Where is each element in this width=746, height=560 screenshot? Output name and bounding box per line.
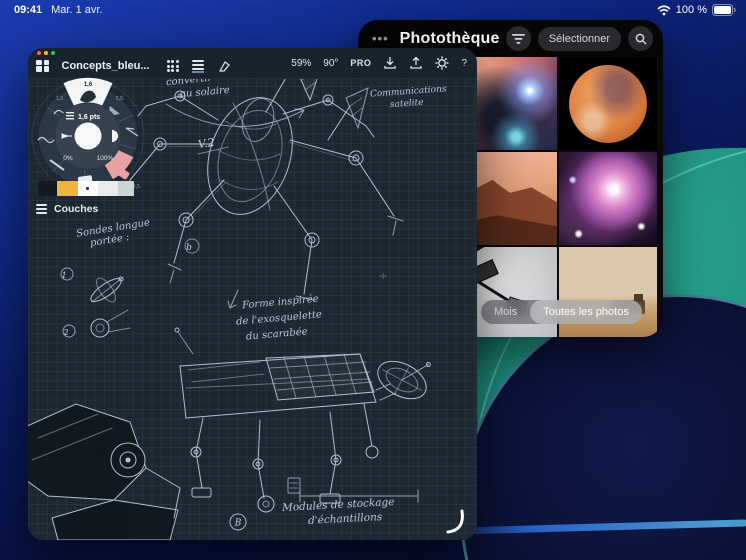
status-bar: 09:41 Mar. 1 avr. 100 % (0, 0, 746, 20)
filter-lines-icon (512, 34, 525, 44)
page-curl-indicator[interactable] (448, 511, 462, 532)
selected-swatch-dot (86, 187, 89, 190)
battery-icon (712, 4, 736, 16)
select-button[interactable]: Sélectionner (538, 27, 621, 51)
color-preview-circle[interactable] (75, 123, 102, 150)
concepts-app-window[interactable]: b 1 2 B convertir au solaire Communicati… (28, 48, 477, 540)
document-title[interactable]: Concepts_bleu... (62, 60, 150, 72)
swatch-white-selected[interactable] (78, 181, 98, 196)
pro-badge[interactable]: PRO (350, 58, 371, 68)
swatch-amber[interactable] (57, 181, 78, 196)
mars-disk (569, 65, 647, 143)
help-button[interactable]: ? (461, 58, 467, 69)
tool-wheel[interactable]: 1,6 1,3 5,5 14,5 6,8 1,6 pts (28, 76, 148, 196)
import-icon[interactable] (383, 56, 397, 70)
photos-view-segmented-control: Mois Toutes les photos (481, 300, 642, 324)
layers-button[interactable]: Couches (36, 203, 98, 215)
swatch-black[interactable] (38, 181, 57, 196)
battery-percent: 100 % (676, 4, 707, 16)
swatch-light-gray[interactable] (98, 181, 118, 196)
photos-title: Photothèque (400, 30, 500, 48)
concepts-titlebar[interactable]: Concepts_bleu... 59% 90° PRO (28, 48, 477, 79)
date: Mar. 1 avr. (51, 4, 102, 16)
layers-icon (36, 204, 47, 214)
zoom-level[interactable]: 59% (291, 58, 311, 69)
annotation-version: V.2 (197, 137, 215, 150)
settings-gear-icon[interactable] (435, 56, 449, 70)
probe-number-1: 1 (61, 271, 66, 280)
clock: 09:41 (14, 4, 42, 16)
tools-menu-icon[interactable] (192, 60, 204, 73)
more-menu-button[interactable]: ••• (372, 31, 389, 46)
size-label-1: 1,3 (56, 96, 63, 102)
ipad-screen: 09:41 Mar. 1 avr. 100 % (0, 0, 746, 560)
stroke-width-label: 1,6 pts (78, 114, 100, 121)
layers-label: Couches (54, 203, 98, 215)
search-icon (635, 33, 647, 45)
search-button[interactable] (628, 26, 653, 51)
filter-button[interactable] (506, 26, 531, 51)
opacity-min-label: 0% (63, 155, 73, 162)
swatch-gray[interactable] (118, 181, 134, 196)
orion-nebula-photo[interactable] (559, 152, 657, 245)
probe-number-2: 2 (62, 328, 68, 337)
mars-planet-photo[interactable] (559, 57, 657, 150)
wifi-icon (657, 5, 671, 16)
selected-size-label: 1,6 (84, 82, 93, 88)
size-label-2: 5,5 (116, 96, 123, 102)
vector-nib-icon[interactable] (217, 59, 232, 74)
rotation-value[interactable]: 90° (323, 58, 338, 69)
segment-all-photos[interactable]: Toutes les photos (530, 300, 642, 324)
opacity-max-label: 100% (97, 155, 114, 162)
grid-settings-icon[interactable] (167, 60, 179, 72)
sketch-letter-b: b (186, 243, 192, 253)
segment-month[interactable]: Mois (481, 300, 530, 324)
sketch-letter-B: B (234, 519, 242, 529)
gallery-icon[interactable] (36, 60, 49, 73)
color-swatch-bar (38, 181, 134, 196)
export-icon[interactable] (409, 56, 423, 70)
